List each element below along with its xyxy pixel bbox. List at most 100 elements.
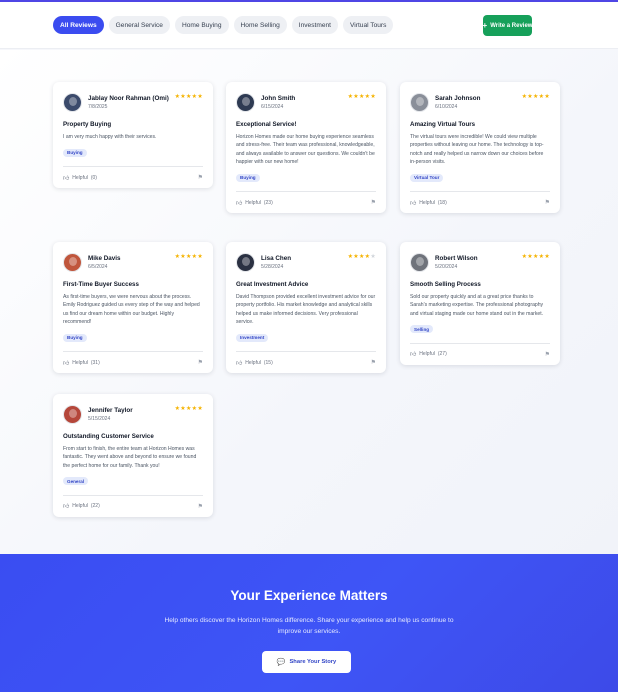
cta-title: Your Experience Matters	[230, 588, 388, 603]
cta-text: Help others discover the Horizon Homes d…	[164, 617, 454, 635]
review-date: 7/8/2025	[88, 103, 108, 110]
review-date: 6/10/2024	[435, 103, 458, 110]
helpful-button[interactable]: 👍︎ Helpful (31)	[63, 359, 100, 367]
plus-icon: +	[482, 20, 488, 30]
reviewer-name: Lisa Chen	[261, 254, 292, 262]
avatar	[410, 252, 429, 272]
star-icon: ★	[370, 94, 376, 100]
reviewer-name: Mike Davis	[88, 254, 121, 262]
review-title: Exceptional Service!	[236, 121, 297, 128]
helpful-button[interactable]: 👍︎ Helpful (27)	[410, 350, 447, 358]
helpful-button[interactable]: 👍︎ Helpful (22)	[63, 502, 100, 510]
reviewer-name: Jablay Noor Rahman (Omi)	[88, 94, 169, 102]
share-story-label: Share Your Story	[289, 659, 337, 665]
helpful-count: (27)	[437, 351, 447, 358]
review-text: I am very much happy with their services…	[63, 134, 157, 140]
review-text: Horizon Homes made our home buying exper…	[236, 134, 375, 165]
review-date: 5/20/2024	[435, 263, 458, 270]
flag-icon[interactable]: ⚑	[198, 174, 203, 181]
rating-stars: ★★★★★	[522, 93, 550, 100]
star-icon: ★	[370, 254, 376, 260]
filter-bar: All Reviews General Service Home Buying Hom…	[0, 2, 618, 49]
reviewer-name: Sarah Johnson	[435, 94, 481, 102]
helpful-label: Helpful	[419, 199, 435, 206]
review-text: As first-time buyers, we were nervous ab…	[63, 294, 200, 325]
filter-tab-home-selling[interactable]: Home Selling	[233, 16, 287, 34]
review-card: Sarah Johnson 6/10/2024 ★★★★★ Amazing Virtu…	[400, 82, 560, 214]
review-date: 6/15/2024	[261, 103, 284, 110]
rating-stars: ★★★★★	[175, 93, 203, 100]
helpful-count: (0)	[90, 174, 97, 181]
filter-tab-virtual-tours[interactable]: Virtual Tours	[343, 16, 394, 34]
category-tag: Selling	[410, 325, 434, 334]
review-title: Great Investment Advice	[236, 281, 309, 288]
review-title: Property Buying	[63, 121, 112, 128]
filter-tab-all-reviews[interactable]: All Reviews	[53, 16, 104, 34]
category-tag: Buying	[236, 173, 260, 182]
review-title: Outstanding Customer Service	[63, 433, 154, 440]
thumbs-up-icon: 👍︎	[236, 360, 243, 367]
thumbs-up-icon: 👍︎	[63, 504, 70, 511]
rating-stars: ★★★★★	[522, 253, 550, 260]
avatar	[63, 92, 82, 112]
avatar	[236, 252, 255, 272]
card-footer: 👍︎ Helpful (22) ⚑	[63, 494, 203, 517]
helpful-label: Helpful	[72, 174, 88, 181]
cta-banner: Your Experience Matters Help others disc…	[0, 554, 618, 692]
card-footer: 👍︎ Helpful (18) ⚑	[410, 191, 550, 213]
review-text: From start to finish, the entire team at…	[63, 446, 197, 469]
flag-icon[interactable]: ⚑	[371, 359, 376, 366]
write-review-label: Write a Review	[490, 22, 533, 29]
helpful-label: Helpful	[245, 199, 261, 206]
review-text: Sold our property quickly and at a great…	[410, 294, 544, 317]
review-text: The virtual tours were incredible! We co…	[410, 134, 544, 165]
helpful-count: (15)	[263, 359, 273, 366]
filter-tab-general-service[interactable]: General Service	[108, 16, 170, 34]
flag-icon[interactable]: ⚑	[198, 359, 203, 366]
flag-icon[interactable]: ⚑	[371, 199, 376, 206]
helpful-button[interactable]: 👍︎ Helpful (23)	[236, 199, 273, 207]
star-icon: ★	[544, 94, 550, 100]
write-review-button[interactable]: + Write a Review	[483, 15, 532, 36]
review-title: Amazing Virtual Tours	[410, 121, 476, 128]
helpful-button[interactable]: 👍︎ Helpful (0)	[63, 174, 97, 182]
review-title: Smooth Selling Process	[410, 281, 481, 288]
rating-stars: ★★★★★	[348, 253, 376, 260]
helpful-count: (23)	[263, 199, 273, 206]
category-tag: Investment	[236, 333, 269, 342]
helpful-label: Helpful	[419, 351, 435, 358]
avatar	[63, 252, 82, 272]
rating-stars: ★★★★★	[175, 405, 203, 412]
star-icon: ★	[197, 94, 203, 100]
helpful-button[interactable]: 👍︎ Helpful (15)	[236, 359, 273, 367]
thumbs-up-icon: 👍︎	[236, 200, 243, 207]
thumbs-up-icon: 👍︎	[63, 175, 70, 182]
flag-icon[interactable]: ⚑	[545, 199, 550, 206]
thumbs-up-icon: 👍︎	[410, 352, 417, 359]
star-icon: ★	[197, 406, 203, 412]
thumbs-up-icon: 👍︎	[63, 360, 70, 367]
helpful-label: Helpful	[245, 359, 261, 366]
review-date: 6/5/2024	[88, 263, 108, 270]
review-text: David Thompson provided excellent invest…	[236, 294, 376, 325]
helpful-button[interactable]: 👍︎ Helpful (18)	[410, 199, 447, 207]
review-card: John Smith 6/15/2024 ★★★★★ Exceptional Serv…	[226, 82, 386, 214]
category-tag: Virtual Tour	[410, 173, 444, 182]
star-icon: ★	[197, 254, 203, 260]
reviews-section: Jablay Noor Rahman (Omi) 7/8/2025 ★★★★★ Pro…	[0, 50, 618, 554]
review-date: 5/28/2024	[261, 263, 284, 270]
category-tag: General	[63, 477, 89, 486]
review-card: Lisa Chen 5/28/2024 ★★★★★ Great Investment …	[226, 242, 386, 374]
share-story-button[interactable]: 💬 Share Your Story	[262, 651, 351, 673]
chat-icon: 💬	[276, 659, 286, 666]
star-icon: ★	[544, 254, 550, 260]
reviewer-name: Robert Wilson	[435, 254, 478, 262]
filter-tab-investment[interactable]: Investment	[291, 16, 339, 34]
category-tag: Buying	[63, 333, 87, 342]
filter-tab-home-buying[interactable]: Home Buying	[174, 16, 229, 34]
reviewer-name: John Smith	[261, 94, 296, 102]
flag-icon[interactable]: ⚑	[545, 351, 550, 358]
thumbs-up-icon: 👍︎	[410, 200, 417, 207]
flag-icon[interactable]: ⚑	[198, 503, 203, 510]
helpful-label: Helpful	[72, 359, 88, 366]
